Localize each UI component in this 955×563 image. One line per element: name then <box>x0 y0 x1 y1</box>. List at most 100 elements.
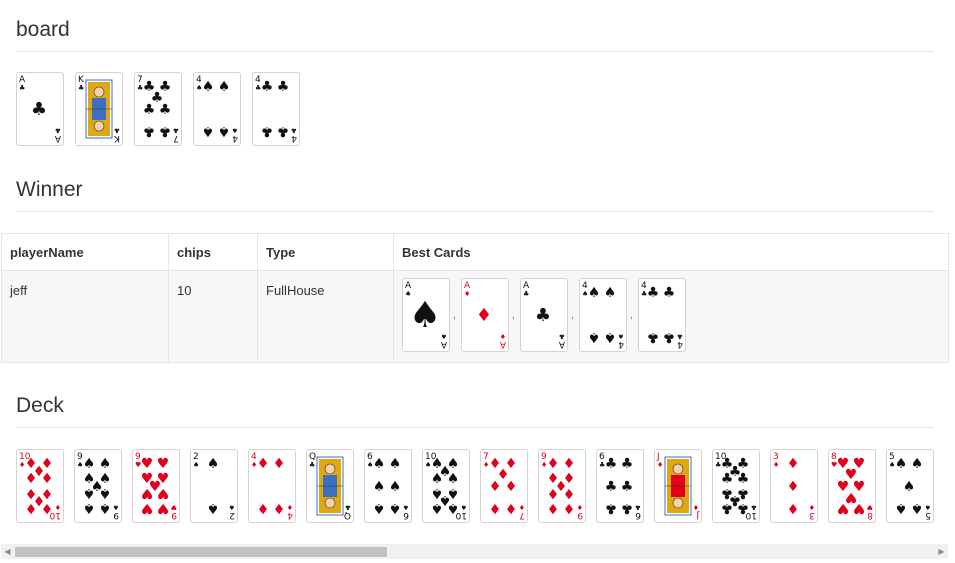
card-center-pip-icon: ♣ <box>535 305 551 326</box>
card-suit-small-icon: ♦ <box>55 503 61 511</box>
card-suit-small-icon: ♦ <box>577 503 583 511</box>
card-pip-icon: ♠ <box>207 456 220 472</box>
card-pip-icon: ♥ <box>157 456 170 472</box>
card-suit-small-icon: ♠ <box>618 332 624 340</box>
card-suit-small-icon: ♣ <box>751 503 757 511</box>
board-heading: board <box>16 18 70 41</box>
card-suit-small-icon: ♠ <box>403 503 409 511</box>
card-pip-icon: ♦ <box>489 479 502 495</box>
separator-comma: , <box>453 310 456 321</box>
playing-card-2-of-spades: 2 ♠ 2 ♠ ♠ ♠ <box>190 449 238 523</box>
card-pip-icon: ♣ <box>605 479 618 495</box>
card-suit-small-icon: ♦ <box>287 503 293 511</box>
card-pip-icon: ♥ <box>141 456 154 472</box>
card-pip-icon: ♥ <box>141 485 154 501</box>
card-pip-icon: ♠ <box>895 500 908 516</box>
table-row: jeff 10 FullHouse A ♠ A ♠ ♠, A ♦ A ♦ ♦, A ♣ A ♣ ♣, 4 ♠ 4 ♠… <box>1 270 949 363</box>
card-face-spades-icon: 4♠4♠♠ ♠♠ ♠ <box>196 75 238 143</box>
card-pip-icon: ♣ <box>143 123 156 139</box>
playing-card-9-of-spades: 9 ♠ 9 ♠ ♠ ♠ ♠ ♠ ♠ ♠ ♠ ♠ ♠ <box>74 449 122 523</box>
card-pip-icon: ♣ <box>663 285 676 301</box>
card-pip-icon: ♦ <box>257 456 270 472</box>
card-pip-icon: ♠ <box>447 471 460 487</box>
winner-heading: Winner <box>16 178 83 201</box>
card-face-clubs-icon: Q♣Q♣ <box>309 452 351 520</box>
card-pip-icon: ♠ <box>911 500 924 516</box>
cell-playername: jeff <box>1 270 169 363</box>
horizontal-scrollbar[interactable]: ◀ ▶ <box>1 544 948 559</box>
card-pip-icon: ♠ <box>447 500 460 516</box>
card-face-spades-icon: A♠A♠♠ <box>405 281 447 349</box>
col-type[interactable]: Type <box>257 233 394 271</box>
card-pip-icon: ♠ <box>83 500 96 516</box>
card-pip-icon: ♠ <box>99 500 112 516</box>
card-center-pip-icon: ♦ <box>476 305 492 326</box>
card-pip-icon: ♣ <box>621 479 634 495</box>
card-pip-icon: ♠ <box>99 485 112 501</box>
card-pip-icon: ♠ <box>83 485 96 501</box>
card-face-spades-icon: 10♠10♠♠ ♠♠♠ ♠♠ ♠♠♠ ♠ <box>425 452 467 520</box>
card-pip-icon: ♣ <box>605 456 618 472</box>
playing-card-4-of-spades: 4 ♠ 4 ♠ ♠ ♠ ♠ ♠ <box>579 278 627 352</box>
scroll-right-icon[interactable]: ▶ <box>935 544 948 559</box>
card-pip-icon: ♣ <box>737 471 750 487</box>
card-suit-small-icon: ♥ <box>867 503 873 511</box>
cell-type: FullHouse <box>257 270 394 363</box>
card-pip-icon: ♣ <box>277 123 290 139</box>
card-pip-icon: ♦ <box>563 485 576 501</box>
card-pip-icon: ♦ <box>25 471 38 487</box>
scrollbar-thumb[interactable] <box>15 547 387 557</box>
card-suit-small-icon: ♣ <box>173 126 179 134</box>
card-center-pip-icon: ♣ <box>31 99 47 120</box>
playing-card-10-of-clubs: 10 ♣ 10 ♣ ♣ ♣ ♣ ♣ ♣ ♣ ♣ ♣ ♣ ♣ <box>712 449 760 523</box>
card-suit-small-icon: ♣ <box>345 503 351 511</box>
card-pip-icon: ♠ <box>588 285 601 301</box>
playing-card-10-of-diamonds: 10 ♦ 10 ♦ ♦ ♦ ♦ ♦ ♦ ♦ ♦ ♦ ♦ ♦ <box>16 449 64 523</box>
playing-card-4-of-spades: 4 ♠ 4 ♠ ♠ ♠ ♠ ♠ <box>193 72 241 146</box>
card-pip-icon: ♥ <box>157 485 170 501</box>
winner-table: playerName chips Type Best Cards jeff 10… <box>1 233 949 363</box>
col-playername[interactable]: playerName <box>1 233 169 271</box>
card-suit-small-icon: ♦ <box>693 503 699 511</box>
card-suit-small-icon: ♣ <box>114 126 120 134</box>
card-pip-icon: ♠ <box>373 479 386 495</box>
card-face-hearts-icon: 8♥8♥♥ ♥♥♥ ♥♥♥ ♥ <box>831 452 873 520</box>
card-suit-small-icon: ♠ <box>441 332 447 340</box>
card-pip-icon: ♦ <box>563 500 576 516</box>
card-pip-icon: ♦ <box>273 500 286 516</box>
card-pip-icon: ♠ <box>218 79 231 95</box>
deck-cards: 10 ♦ 10 ♦ ♦ ♦ ♦ ♦ ♦ ♦ ♦ ♦ ♦ ♦ 9 ♠ 9 ♠ ♠ ♠ ♠ ♠ ♠ ♠ ♠ ♠ ♠ 9 ♥ 9 ♥ ♥ ♥ ♥ ♥ ♥ ♥ ♥… <box>16 449 934 523</box>
playing-card-4-of-clubs: 4 ♣ 4 ♣ ♣ ♣ ♣ ♣ <box>252 72 300 146</box>
card-face-diamonds-icon: 10♦10♦♦ ♦♦♦ ♦♦ ♦♦♦ ♦ <box>19 452 61 520</box>
cell-chips: 10 <box>168 270 258 363</box>
card-face-diamonds-icon: A♦A♦♦ <box>464 281 506 349</box>
card-pip-icon: ♠ <box>83 456 96 472</box>
card-pip-icon: ♠ <box>99 456 112 472</box>
card-separator: , <box>627 278 638 352</box>
card-suit-small-icon: ♦ <box>657 461 663 469</box>
card-face-spades-icon: 9♠9♠♠ ♠♠ ♠♠♠ ♠♠ ♠ <box>77 452 119 520</box>
card-pip-icon: ♣ <box>647 329 660 345</box>
card-suit-small-icon: ♣ <box>523 290 529 298</box>
playing-card-8-of-hearts: 8 ♥ 8 ♥ ♥ ♥ ♥ ♥ ♥ ♥ ♥ ♥ <box>828 449 876 523</box>
card-face-diamonds-icon: 3♦3♦♦♦♦ <box>773 452 815 520</box>
col-best-cards[interactable]: Best Cards <box>393 233 949 271</box>
card-pip-icon: ♦ <box>547 456 560 472</box>
scroll-left-icon[interactable]: ◀ <box>1 544 14 559</box>
board-cards: A ♣ A ♣ ♣ K ♣ K ♣ 7 ♣ 7 ♣ ♣ ♣ ♣ ♣ ♣ ♣ ♣ 4 ♠ 4 ♠ ♠ ♠ ♠ ♠ 4 ♣ 4 ♣ ♣ ♣ ♣ ♣ <box>16 72 300 146</box>
playing-card-3-of-diamonds: 3 ♦ 3 ♦ ♦ ♦ ♦ <box>770 449 818 523</box>
card-pip-icon: ♦ <box>547 485 560 501</box>
playing-card-a-of-clubs: A ♣ A ♣ ♣ <box>16 72 64 146</box>
separator-comma: , <box>512 310 515 321</box>
card-face-clubs-icon: 7♣7♣♣ ♣♣♣ ♣♣ ♣ <box>137 75 179 143</box>
card-separator: , <box>568 278 579 352</box>
col-chips[interactable]: chips <box>168 233 258 271</box>
card-suit-small-icon: ♦ <box>500 332 506 340</box>
card-pip-icon: ♣ <box>737 500 750 516</box>
card-pip-icon: ♦ <box>563 456 576 472</box>
card-pip-icon: ♣ <box>605 500 618 516</box>
card-pip-icon: ♠ <box>218 123 231 139</box>
card-pip-icon: ♠ <box>604 329 617 345</box>
card-pip-icon: ♣ <box>621 456 634 472</box>
card-face-clubs-icon: K♣K♣ <box>78 75 120 143</box>
